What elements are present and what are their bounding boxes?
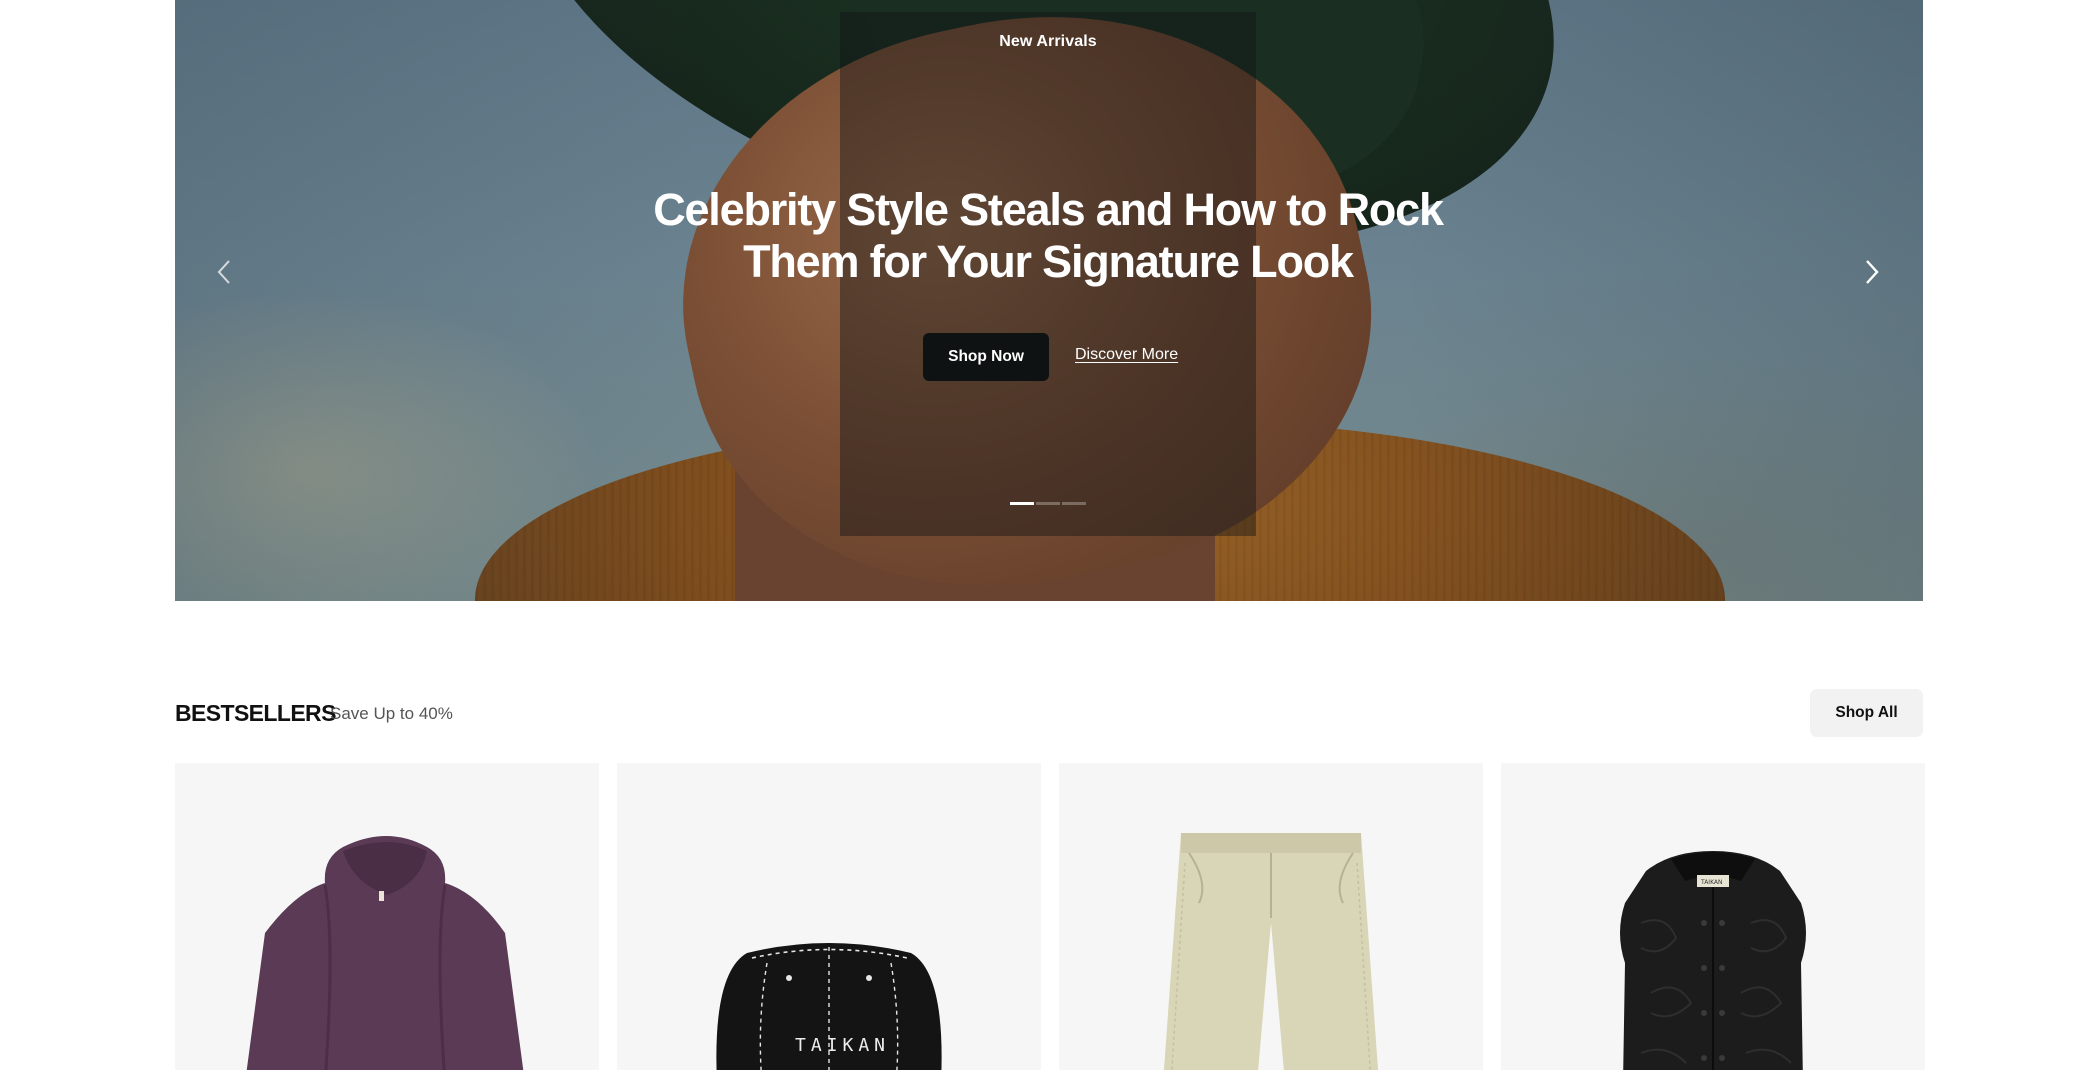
- carousel-prev-button[interactable]: [209, 257, 239, 287]
- chevron-left-icon: [217, 260, 230, 284]
- product-card-bucket-hat[interactable]: TAIKAN: [617, 763, 1041, 1070]
- carousel-pagination: [1010, 502, 1086, 505]
- product-card-pants[interactable]: [1059, 763, 1483, 1070]
- product-image-pants: [1163, 833, 1379, 1070]
- product-image-bucket-hat: TAIKAN: [716, 943, 942, 1070]
- hero-eyebrow: New Arrivals: [999, 33, 1097, 50]
- hat-print-text: TAIKAN: [795, 1035, 890, 1056]
- carousel-next-button[interactable]: [1857, 257, 1887, 287]
- product-grid: TAIKAN TAIKAN: [175, 763, 1925, 1070]
- section-title: BESTSELLERS: [175, 700, 336, 726]
- product-card-vest[interactable]: TAIKAN: [1501, 763, 1925, 1070]
- section-subtitle: Save Up to 40%: [330, 704, 453, 723]
- product-image-hoodie: [246, 836, 524, 1070]
- product-card-hoodie[interactable]: [175, 763, 599, 1070]
- shop-all-button[interactable]: Shop All: [1810, 689, 1923, 737]
- product-image-vest: TAIKAN: [1620, 851, 1806, 1070]
- hero-title: Celebrity Style Steals and How to Rock T…: [653, 184, 1444, 287]
- shop-now-button[interactable]: Shop Now: [923, 333, 1049, 381]
- bestsellers-header: BESTSELLERS Save Up to 40% Shop All: [175, 689, 1923, 737]
- carousel-dot-2[interactable]: [1036, 502, 1060, 505]
- carousel-dot-1[interactable]: [1010, 502, 1034, 505]
- discover-more-link[interactable]: Discover More: [1075, 346, 1178, 364]
- vest-label-text: TAIKAN: [1700, 879, 1723, 886]
- carousel-dot-3[interactable]: [1062, 502, 1086, 505]
- chevron-right-icon: [1866, 260, 1879, 284]
